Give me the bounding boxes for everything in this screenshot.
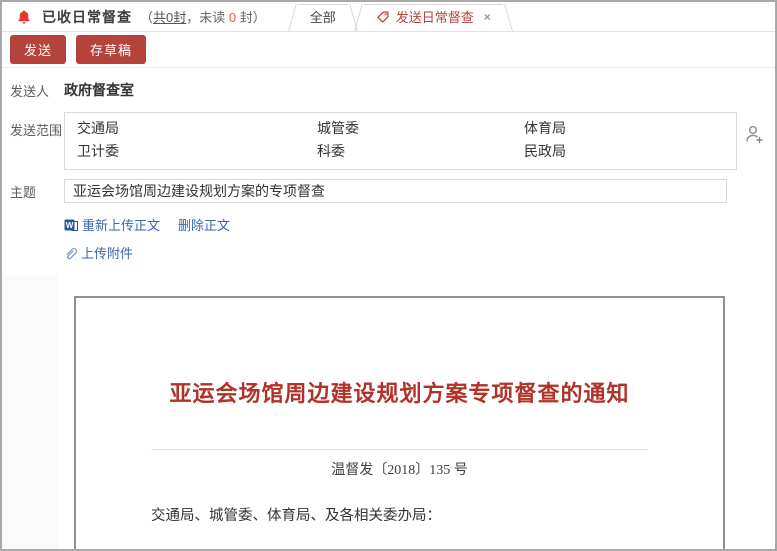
scope-label: 发送范围: [10, 112, 64, 139]
sender-label: 发送人: [10, 81, 64, 100]
scope-item: 城管委: [317, 118, 524, 139]
document-title: 亚运会场馆周边建设规划方案专项督查的通知: [76, 376, 723, 408]
subject-input[interactable]: [64, 179, 727, 203]
scope-item: 卫计委: [77, 141, 317, 162]
header-bar: 已收日常督查 （共0封，未读 0 封） 全部 发送日常督查 ×: [2, 2, 775, 32]
count-mid: ，未读: [186, 10, 229, 25]
count-close: 封）: [236, 10, 266, 25]
reupload-body-label: 重新上传正文: [82, 215, 160, 234]
body-links-row: W 重新上传正文 删除正文: [2, 203, 775, 234]
document-salutation: 交通局、城管委、体育局、及各相关委办局：: [151, 495, 650, 538]
page-title: 已收日常督查: [42, 7, 132, 27]
scope-item: 体育局: [524, 118, 724, 139]
upload-attachment-label: 上传附件: [81, 243, 133, 262]
delete-body-label: 删除正文: [178, 215, 230, 234]
preview-panel: 亚运会场馆周边建设规划方案专项督查的通知 温督发〔2018〕135 号 交通局、…: [58, 275, 775, 550]
paperclip-icon: [64, 246, 78, 260]
add-recipient-icon[interactable]: [743, 122, 765, 146]
sender-row: 发送人 政府督查室: [2, 68, 775, 106]
scope-item: 民政局: [524, 141, 724, 162]
total-count-link[interactable]: 共0封: [153, 10, 186, 25]
scope-item: 交通局: [77, 118, 317, 139]
word-doc-icon: W: [64, 218, 78, 232]
document-body: 交通局、城管委、体育局、及各相关委办局： 根据省治堵办开展治堵工作“四互” （互…: [151, 495, 650, 550]
header-left: 已收日常督查 （共0封，未读 0 封）: [2, 2, 266, 31]
tab-edge: [491, 4, 513, 31]
subject-row: 主题: [2, 170, 775, 203]
upload-attachment-link[interactable]: 上传附件: [64, 243, 133, 262]
count-open: （: [140, 10, 153, 25]
tab-label: 全部: [310, 7, 336, 26]
tag-icon: [376, 10, 390, 24]
document-divider: [151, 449, 648, 450]
close-tab-icon[interactable]: ×: [484, 10, 491, 24]
recipient-scope-box[interactable]: 交通局 城管委 体育局 卫计委 科委 民政局: [64, 112, 737, 170]
tab-bar: 全部 发送日常督查 ×: [290, 2, 511, 31]
bell-icon: [16, 9, 32, 25]
attach-row: 上传附件: [2, 234, 775, 275]
reupload-body-link[interactable]: W 重新上传正文: [64, 215, 160, 234]
toolbar: 发送 存草稿: [2, 32, 775, 68]
tab-send-daily-inspection[interactable]: 发送日常督查 ×: [356, 2, 511, 31]
document-number: 温督发〔2018〕135 号: [76, 459, 723, 479]
tab-all[interactable]: 全部: [290, 2, 356, 31]
save-draft-button[interactable]: 存草稿: [76, 35, 146, 64]
app-window: 已收日常督查 （共0封，未读 0 封） 全部 发送日常督查 ×: [0, 0, 777, 551]
mail-counts: （共0封，未读 0 封）: [140, 7, 266, 26]
tab-label: 发送日常督查: [396, 7, 474, 26]
tab-edge: [364, 4, 503, 5]
svg-text:W: W: [66, 221, 74, 230]
subject-label: 主题: [10, 182, 64, 201]
sender-value: 政府督查室: [64, 80, 134, 100]
document-preview-area: 亚运会场馆周边建设规划方案专项督查的通知 温督发〔2018〕135 号 交通局、…: [2, 275, 775, 550]
scope-item: 科委: [317, 141, 524, 162]
scope-row: 发送范围 交通局 城管委 体育局 卫计委 科委 民政局: [2, 106, 775, 170]
document-page: 亚运会场馆周边建设规划方案专项督查的通知 温督发〔2018〕135 号 交通局、…: [74, 296, 725, 550]
document-paragraph-line: 根据省治堵办开展治堵工作“四互” （互看、互学、互比、互促)督查活动: [151, 538, 650, 550]
tab-edge: [288, 4, 310, 31]
send-button[interactable]: 发送: [10, 35, 66, 64]
tab-edge: [354, 4, 376, 31]
delete-body-link[interactable]: 删除正文: [178, 215, 230, 234]
